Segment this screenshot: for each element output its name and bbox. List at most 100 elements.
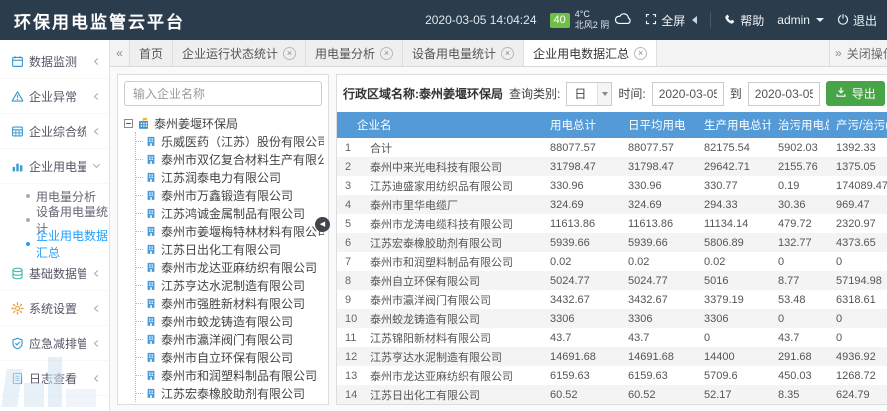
chevron-icon: [91, 268, 101, 278]
company-name-cell: 泰州市龙涛电缆科技有限公司: [363, 214, 543, 233]
tab-close-icon[interactable]: [634, 47, 647, 60]
tree-node-company[interactable]: 江苏亨达水泥制造有限公司: [136, 276, 324, 294]
table-row[interactable]: 1 合计 88077.57 88077.57 82175.54 5902.03 …: [337, 138, 887, 157]
category-select[interactable]: 日: [566, 82, 612, 106]
sidebar-subitem[interactable]: 企业用电数据汇总: [0, 232, 109, 256]
datetime: 2020-03-05 14:04:24: [425, 13, 536, 27]
region-name: 行政区域名称:泰州姜堰环保局: [343, 85, 503, 102]
sidebar-item[interactable]: 企业综合统计: [0, 114, 109, 149]
table-row[interactable]: 6 江苏宏泰橡胶助剂有限公司 5939.66 5939.66 5806.89 1…: [337, 233, 887, 252]
table-row[interactable]: 10 泰州蛟龙铸造有限公司 3306 3306 3306 0 0: [337, 309, 887, 328]
organization-icon: [137, 117, 150, 130]
total-power-cell: 31798.47: [543, 157, 621, 176]
fullscreen-button[interactable]: 全屏: [645, 12, 697, 29]
table-row[interactable]: 14 江苏日出化工有限公司 60.52 60.52 52.17 8.35 624…: [337, 385, 887, 404]
tab-item[interactable]: 企业用电数据汇总: [524, 40, 657, 66]
tabs-scroll-right-icon[interactable]: [835, 46, 842, 60]
tree-node-company[interactable]: 江苏宏泰橡胶助剂有限公司: [136, 384, 324, 402]
table-row[interactable]: 12 江苏亨达水泥制造有限公司 14691.68 14691.68 14400 …: [337, 347, 887, 366]
panel-collapse-button[interactable]: [315, 217, 330, 232]
treatment-power-cell: 30.36: [771, 195, 829, 214]
tab-item[interactable]: 用电量分析: [306, 40, 403, 66]
column-header[interactable]: 产污/治污(用电量比): [829, 112, 887, 138]
tree-node-bureau[interactable]: 泰州姜堰环保局: [124, 114, 324, 132]
table-row[interactable]: 3 江苏迪盛家用纺织品有限公司 330.96 330.96 330.77 0.1…: [337, 176, 887, 195]
close-operations-menu[interactable]: 关闭操作: [847, 45, 887, 62]
tab-close-icon[interactable]: [380, 47, 393, 60]
table-row[interactable]: 4 泰州市里华电缆厂 324.69 324.69 294.33 30.36 96…: [337, 195, 887, 214]
tree-node-company[interactable]: 江苏日出化工有限公司: [136, 240, 324, 258]
chevron-icon: [91, 373, 101, 383]
tree-node-bureau[interactable]: 上海市马陆工业园: [124, 402, 324, 404]
tab-item[interactable]: 首页: [130, 40, 173, 66]
user-menu[interactable]: admin: [777, 13, 824, 27]
logout-button[interactable]: 退出: [837, 12, 877, 29]
table-row[interactable]: 13 泰州市龙达亚麻纺织有限公司 6159.63 6159.63 5709.6 …: [337, 366, 887, 385]
main-area: 数据监测 企业异常 企业综合统计 企业用电量分析 用电量分析 设备用电量统计 企…: [0, 40, 887, 411]
sidebar-item[interactable]: 企业用电量分析: [0, 149, 109, 184]
ratio-cell: 57194.98: [829, 271, 887, 290]
tree-node-company[interactable]: 乐威医药（江苏）股份有限公司: [136, 132, 324, 150]
total-power-cell: 88077.57: [543, 138, 621, 157]
company-name-cell: 泰州市龙达亚麻纺织有限公司: [363, 366, 543, 385]
building-icon: [145, 261, 157, 273]
tree-node-company[interactable]: 泰州市和润塑料制品有限公司: [136, 366, 324, 384]
total-power-cell: 14691.68: [543, 347, 621, 366]
sidebar-item[interactable]: 数据监测: [0, 44, 109, 79]
tree-expander-icon[interactable]: [124, 119, 133, 128]
total-power-cell: 3306: [543, 309, 621, 328]
production-power-cell: 5016: [697, 271, 771, 290]
date-to-input[interactable]: [748, 82, 820, 106]
column-header[interactable]: 生产用电总计: [697, 112, 771, 138]
tree-node-company[interactable]: 泰州市双亿复合材料生产有限公司: [136, 150, 324, 168]
table-row[interactable]: 9 泰州市瀛洋阀门有限公司 3432.67 3432.67 3379.19 53…: [337, 290, 887, 309]
export-button[interactable]: 导出: [826, 81, 885, 106]
production-power-cell: 294.33: [697, 195, 771, 214]
daily-avg-cell: 5939.66: [621, 233, 697, 252]
sidebar-item[interactable]: 应急减排管理: [0, 326, 109, 361]
daily-avg-cell: 60.52: [621, 385, 697, 404]
row-index: 3: [337, 176, 363, 195]
tab-item[interactable]: 企业运行状态统计: [173, 40, 306, 66]
column-header[interactable]: 日平均用电: [621, 112, 697, 138]
help-button[interactable]: 帮助: [724, 12, 764, 29]
column-header[interactable]: 用电总计: [543, 112, 621, 138]
tree-node-company[interactable]: 泰州市姜堰梅特林材料有限公司: [136, 222, 324, 240]
app-root: 环保用电监管云平台 2020-03-05 14:04:24 40 4°C 北风2…: [0, 0, 887, 411]
sidebar-item[interactable]: 企业异常: [0, 79, 109, 114]
sidebar-item[interactable]: 基础数据管理: [0, 256, 109, 291]
column-header[interactable]: 治污用电总计: [771, 112, 829, 138]
building-icon: [145, 207, 157, 219]
date-from-input[interactable]: [652, 82, 724, 106]
tree-node-company[interactable]: 泰州市瀛洋阀门有限公司: [136, 330, 324, 348]
tree-node-company[interactable]: 江苏润泰电力有限公司: [136, 168, 324, 186]
table-row[interactable]: 11 江苏锦阳新材料有限公司 43.7 43.7 0 43.7 0: [337, 328, 887, 347]
daily-avg-cell: 5024.77: [621, 271, 697, 290]
chart-icon: [10, 159, 24, 173]
top-header: 环保用电监管云平台 2020-03-05 14:04:24 40 4°C 北风2…: [0, 0, 887, 40]
tree-node-company[interactable]: 泰州市自立环保有限公司: [136, 348, 324, 366]
table-row[interactable]: 8 泰州自立环保有限公司 5024.77 5024.77 5016 8.77 5…: [337, 271, 887, 290]
production-power-cell: 52.17: [697, 385, 771, 404]
sidebar-item[interactable]: 日志查看: [0, 361, 109, 396]
company-search-input[interactable]: [133, 87, 313, 101]
tree-node-company[interactable]: 江苏鸿诚金属制品有限公司: [136, 204, 324, 222]
tree-node-company[interactable]: 泰州市强胜新材料有限公司: [136, 294, 324, 312]
tab-close-icon[interactable]: [501, 47, 514, 60]
tree-node-company[interactable]: 泰州市蛟龙铸造有限公司: [136, 312, 324, 330]
company-name-cell: 江苏锦阳新材料有限公司: [363, 328, 543, 347]
tab-close-icon[interactable]: [283, 47, 296, 60]
company-name-cell: 泰州市瀛洋阀门有限公司: [363, 290, 543, 309]
building-icon: [145, 153, 157, 165]
tree-children: 乐威医药（江苏）股份有限公司 泰州市双亿复合材料生产有限公司 江苏润泰电力有限公…: [135, 132, 324, 402]
tree-node-company[interactable]: 泰州市龙达亚麻纺织有限公司: [136, 258, 324, 276]
weather-text: 4°C 北风2 阴: [575, 9, 610, 32]
tabs-scroll-left-icon[interactable]: [110, 40, 130, 66]
tab-item[interactable]: 设备用电量统计: [403, 40, 524, 66]
column-header[interactable]: 企业名: [337, 112, 543, 138]
table-row[interactable]: 2 泰州中来光电科技有限公司 31798.47 31798.47 29642.7…: [337, 157, 887, 176]
sidebar-item[interactable]: 系统设置: [0, 291, 109, 326]
tree-node-company[interactable]: 泰州市万鑫锻造有限公司: [136, 186, 324, 204]
table-row[interactable]: 7 泰州市和润塑料制品有限公司 0.02 0.02 0.02 0 0: [337, 252, 887, 271]
table-row[interactable]: 5 泰州市龙涛电缆科技有限公司 11613.86 11613.86 11134.…: [337, 214, 887, 233]
